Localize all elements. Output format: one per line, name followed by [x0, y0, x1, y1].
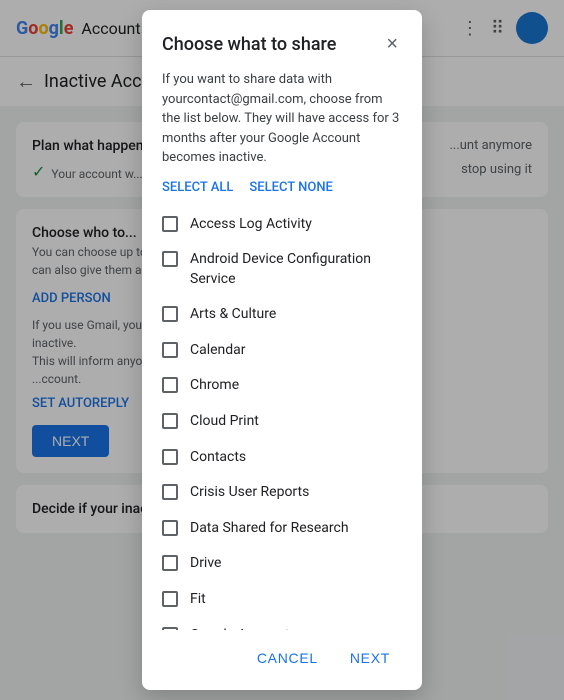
list-item[interactable]: Chrome: [142, 368, 422, 404]
list-item[interactable]: Cloud Print: [142, 404, 422, 440]
checkbox-label: Arts & Culture: [190, 305, 276, 325]
checkbox-input[interactable]: [162, 377, 178, 393]
select-none-link[interactable]: SELECT NONE: [249, 180, 332, 195]
checkbox-label: Data Shared for Research: [190, 519, 349, 539]
checkbox-input[interactable]: [162, 591, 178, 607]
checkbox-label: Access Log Activity: [190, 215, 312, 235]
dialog-description: If you want to share data with yourconta…: [142, 70, 422, 180]
list-item[interactable]: Crisis User Reports: [142, 475, 422, 511]
list-item[interactable]: Android Device Configuration Service: [142, 242, 422, 297]
list-item[interactable]: Contacts: [142, 440, 422, 476]
checkbox-label: Cloud Print: [190, 412, 259, 432]
select-all-link[interactable]: SELECT ALL: [162, 180, 233, 195]
close-button[interactable]: ×: [382, 30, 402, 58]
checkbox-input[interactable]: [162, 555, 178, 571]
checkbox-input[interactable]: [162, 484, 178, 500]
checkbox-input[interactable]: [162, 520, 178, 536]
checkbox-input[interactable]: [162, 251, 178, 267]
list-item[interactable]: Access Log Activity: [142, 207, 422, 243]
list-item[interactable]: Google Account: [142, 618, 422, 630]
dialog-header: Choose what to share ×: [142, 10, 422, 70]
checkbox-input[interactable]: [162, 216, 178, 232]
checkbox-label: Android Device Configuration Service: [190, 250, 402, 289]
list-item[interactable]: Calendar: [142, 333, 422, 369]
list-item[interactable]: Fit: [142, 582, 422, 618]
checkbox-label: Crisis User Reports: [190, 483, 309, 503]
dialog-select-links: SELECT ALL SELECT NONE: [142, 180, 422, 203]
modal-overlay: Choose what to share × If you want to sh…: [0, 0, 564, 700]
list-item[interactable]: Drive: [142, 546, 422, 582]
list-item[interactable]: Data Shared for Research: [142, 511, 422, 547]
checkbox-label: Contacts: [190, 448, 246, 468]
checkbox-input[interactable]: [162, 413, 178, 429]
checkbox-input[interactable]: [162, 342, 178, 358]
checkbox-input[interactable]: [162, 449, 178, 465]
checkbox-input[interactable]: [162, 306, 178, 322]
checkbox-label: Chrome: [190, 376, 239, 396]
dialog-footer: CANCEL NEXT: [142, 630, 422, 690]
dialog-checkbox-list: Access Log Activity Android Device Config…: [142, 203, 422, 631]
list-item[interactable]: Arts & Culture: [142, 297, 422, 333]
cancel-button[interactable]: CANCEL: [245, 642, 330, 674]
share-dialog: Choose what to share × If you want to sh…: [142, 10, 422, 690]
checkbox-label: Fit: [190, 590, 206, 610]
checkbox-label: Drive: [190, 554, 221, 574]
dialog-next-button[interactable]: NEXT: [338, 642, 402, 674]
checkbox-label: Calendar: [190, 341, 246, 361]
dialog-title: Choose what to share: [162, 34, 336, 55]
